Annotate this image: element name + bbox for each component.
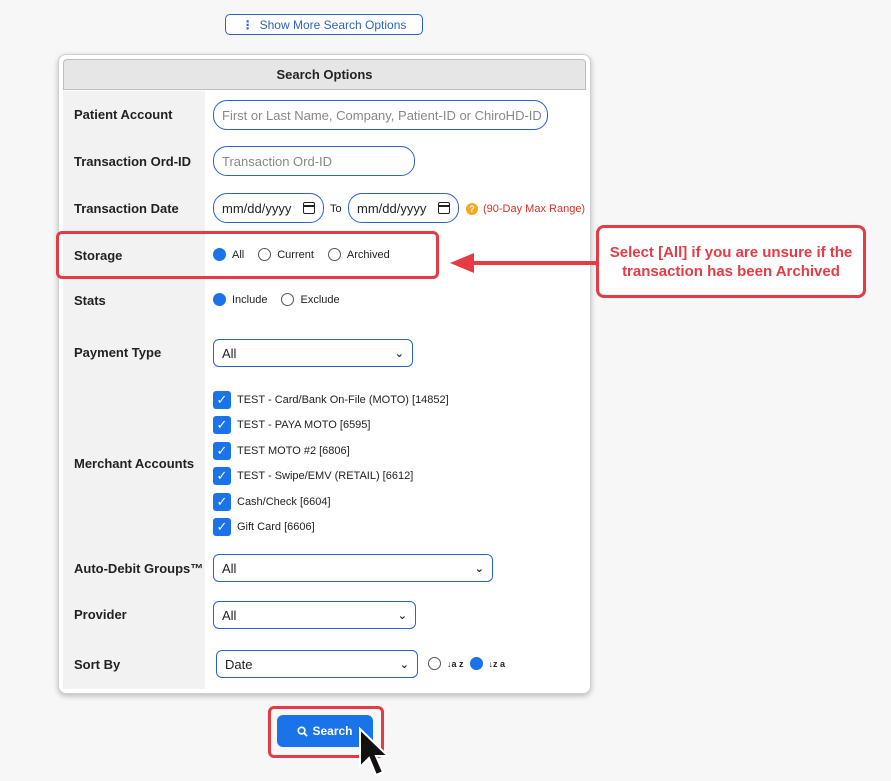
stats-label: Stats bbox=[74, 293, 106, 308]
provider-value: All bbox=[222, 607, 237, 623]
merchant-account-item[interactable]: ✓ TEST - Card/Bank On-File (MOTO) [14852] bbox=[213, 391, 449, 409]
provider-label: Provider bbox=[74, 607, 127, 622]
stats-option-label: Exclude bbox=[300, 293, 340, 306]
show-more-search-options-button[interactable]: ⋮ Show More Search Options bbox=[225, 14, 423, 35]
date-from-value: mm/dd/yyyy bbox=[222, 200, 292, 216]
storage-option-label: Archived bbox=[346, 248, 390, 261]
storage-option-label: Current bbox=[277, 248, 314, 261]
merchant-account-item[interactable]: ✓ TEST - PAYA MOTO [6595] bbox=[213, 416, 370, 434]
range-note-text: (90-Day Max Range) bbox=[483, 203, 586, 215]
storage-option-label: All bbox=[232, 248, 245, 261]
patient-account-placeholder: First or Last Name, Company, Patient-ID … bbox=[222, 107, 542, 123]
transaction-ord-id-input[interactable]: Transaction Ord-ID bbox=[213, 146, 415, 176]
sort-by-value: Date bbox=[225, 656, 253, 672]
radio-icon[interactable] bbox=[327, 248, 341, 261]
panel-title: Search Options bbox=[63, 59, 586, 90]
radio-icon[interactable] bbox=[281, 293, 295, 306]
radio-icon[interactable] bbox=[428, 657, 441, 670]
date-from-input[interactable]: mm/dd/yyyy bbox=[213, 193, 324, 223]
radio-selected-icon[interactable] bbox=[469, 657, 483, 670]
callout-arrow bbox=[450, 253, 596, 273]
merchant-account-label: TEST - Card/Bank On-File (MOTO) [14852] bbox=[237, 394, 449, 406]
transaction-ord-id-label: Transaction Ord-ID bbox=[74, 154, 192, 169]
checkbox-checked-icon[interactable]: ✓ bbox=[213, 493, 231, 511]
auto-debit-groups-select[interactable]: All ⌄ bbox=[213, 554, 493, 582]
stats-option-label: Include bbox=[232, 293, 268, 306]
search-icon bbox=[297, 725, 309, 737]
calendar-icon[interactable] bbox=[303, 202, 315, 214]
checkbox-checked-icon[interactable]: ✓ bbox=[213, 518, 231, 536]
storage-option-current[interactable]: Current bbox=[258, 248, 314, 261]
sort-descending-icon: ↓z a bbox=[488, 658, 506, 669]
storage-option-all[interactable]: All bbox=[213, 248, 244, 261]
auto-debit-groups-value: All bbox=[222, 560, 237, 576]
storage-radio-group: All Current Archived bbox=[213, 248, 404, 261]
provider-select[interactable]: All ⌄ bbox=[213, 601, 416, 629]
mouse-pointer-icon bbox=[359, 727, 390, 777]
show-more-label: Show More Search Options bbox=[259, 17, 407, 32]
checkbox-checked-icon[interactable]: ✓ bbox=[213, 467, 231, 485]
chevron-down-icon: ⌄ bbox=[394, 347, 404, 360]
patient-account-input[interactable]: First or Last Name, Company, Patient-ID … bbox=[213, 100, 548, 130]
checkbox-checked-icon[interactable]: ✓ bbox=[213, 416, 231, 434]
sort-descending-option[interactable]: ↓z a bbox=[469, 657, 506, 670]
callout-arrow-head bbox=[450, 253, 474, 273]
merchant-account-item[interactable]: ✓ TEST MOTO #2 [6806] bbox=[213, 442, 350, 460]
chevron-down-icon: ⌄ bbox=[397, 609, 407, 622]
payment-type-select[interactable]: All ⌄ bbox=[213, 339, 413, 367]
checkbox-checked-icon[interactable]: ✓ bbox=[213, 442, 231, 460]
search-label: Search bbox=[312, 724, 353, 738]
storage-option-archived[interactable]: Archived bbox=[327, 248, 390, 261]
merchant-accounts-label: Merchant Accounts bbox=[74, 456, 195, 471]
merchant-account-label: Cash/Check [6604] bbox=[237, 496, 331, 508]
payment-type-value: All bbox=[222, 345, 237, 361]
merchant-account-label: TEST MOTO #2 [6806] bbox=[237, 445, 350, 457]
range-note: ? (90-Day Max Range) bbox=[466, 203, 585, 215]
merchant-account-label: TEST - PAYA MOTO [6595] bbox=[237, 419, 371, 431]
checkbox-checked-icon[interactable]: ✓ bbox=[213, 391, 231, 409]
merchant-account-label: TEST - Swipe/EMV (RETAIL) [6612] bbox=[237, 470, 414, 482]
vertical-dots-icon: ⋮ bbox=[241, 17, 254, 32]
calendar-icon[interactable] bbox=[438, 202, 450, 214]
stats-option-include[interactable]: Include bbox=[213, 293, 267, 306]
chevron-down-icon: ⌄ bbox=[399, 658, 409, 671]
stats-option-exclude[interactable]: Exclude bbox=[281, 293, 340, 306]
auto-debit-groups-label: Auto-Debit Groups™ bbox=[74, 561, 204, 576]
merchant-account-item[interactable]: ✓ Cash/Check [6604] bbox=[213, 493, 331, 511]
sort-ascending-icon: ↓a z bbox=[447, 658, 464, 669]
transaction-ord-id-placeholder: Transaction Ord-ID bbox=[222, 153, 333, 169]
date-to-input[interactable]: mm/dd/yyyy bbox=[348, 193, 459, 223]
label-column bbox=[63, 91, 205, 689]
help-icon[interactable]: ? bbox=[466, 203, 478, 215]
radio-icon[interactable] bbox=[258, 248, 272, 261]
sort-by-select[interactable]: Date ⌄ bbox=[216, 650, 418, 678]
stats-radio-group: Include Exclude bbox=[213, 293, 354, 306]
chevron-down-icon: ⌄ bbox=[474, 562, 484, 575]
storage-callout: Select [All] if you are unsure if the tr… bbox=[596, 225, 866, 298]
payment-type-label: Payment Type bbox=[74, 345, 162, 360]
transaction-date-label: Transaction Date bbox=[74, 201, 179, 216]
merchant-account-item[interactable]: ✓ Gift Card [6606] bbox=[213, 518, 315, 536]
merchant-account-item[interactable]: ✓ TEST - Swipe/EMV (RETAIL) [6612] bbox=[213, 467, 413, 485]
radio-selected-icon[interactable] bbox=[213, 293, 226, 306]
sort-by-label: Sort By bbox=[74, 657, 121, 672]
sort-ascending-option[interactable]: ↓a z bbox=[428, 657, 464, 670]
sort-direction-group: ↓a z ↓z a bbox=[428, 657, 519, 670]
radio-selected-icon[interactable] bbox=[213, 248, 226, 261]
date-to-value: mm/dd/yyyy bbox=[357, 200, 427, 216]
callout-text: Select [All] if you are unsure if the tr… bbox=[609, 243, 853, 280]
date-to-label: To bbox=[330, 203, 342, 215]
patient-account-label: Patient Account bbox=[74, 107, 173, 122]
merchant-account-label: Gift Card [6606] bbox=[237, 521, 315, 533]
